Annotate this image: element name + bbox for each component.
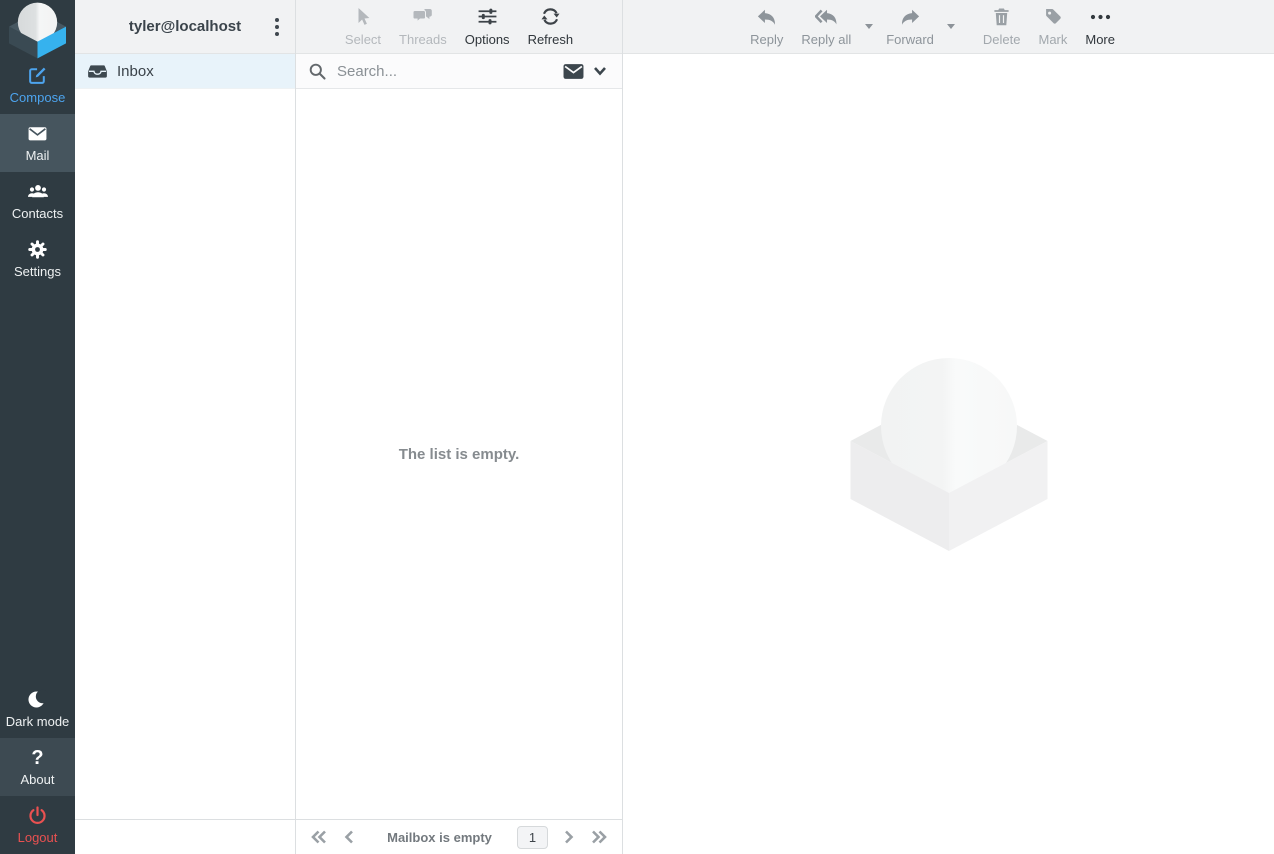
message-view-area — [623, 54, 1274, 854]
toolbar-label: Delete — [983, 32, 1021, 47]
forward-button[interactable]: Forward — [877, 0, 943, 53]
sidebar-item-about[interactable]: ? About — [0, 738, 75, 796]
toolbar-label: Threads — [399, 32, 447, 47]
sidebar-item-label: Contacts — [12, 206, 63, 221]
settings-icon — [27, 239, 48, 260]
search-scope-envelope-icon — [563, 63, 584, 80]
sidebar-item-contacts[interactable]: Contacts — [0, 172, 75, 230]
folders-menu-button[interactable] — [266, 12, 288, 42]
chevron-left-icon — [343, 829, 355, 845]
contacts-icon — [27, 181, 49, 202]
taskmenu-bottom: Dark mode ? About Logout — [0, 680, 75, 854]
mail-icon — [27, 123, 48, 144]
toolbar-label: Mark — [1038, 32, 1067, 47]
delete-button[interactable]: Delete — [974, 0, 1030, 53]
forward-dropdown-button[interactable] — [943, 0, 960, 53]
mark-button[interactable]: Mark — [1029, 0, 1076, 53]
previous-page-button[interactable] — [336, 824, 362, 850]
reply-all-icon — [815, 7, 838, 27]
comments-icon — [412, 7, 434, 27]
search-scope-button[interactable] — [560, 63, 610, 80]
list-empty-message: The list is empty. — [399, 446, 520, 463]
folders-footer — [75, 819, 295, 854]
reply-icon — [756, 7, 777, 27]
toolbar-label: More — [1085, 32, 1115, 47]
threads-button[interactable]: Threads — [390, 0, 456, 53]
roundcube-watermark — [850, 356, 1048, 553]
account-title: tyler@localhost — [129, 18, 241, 35]
roundcube-logo-icon — [9, 2, 66, 59]
sidebar-item-label: Dark mode — [6, 714, 70, 729]
taskmenu: Compose Mail — [0, 56, 75, 288]
toolbar-spacer — [960, 0, 974, 53]
compose-icon — [27, 65, 48, 86]
double-chevron-left-icon — [310, 829, 328, 845]
power-icon — [27, 805, 48, 826]
sidebar-item-label: Logout — [18, 830, 58, 845]
sidebar-item-label: Compose — [10, 90, 66, 105]
sliders-icon — [477, 7, 498, 27]
refresh-button[interactable]: Refresh — [519, 0, 583, 53]
refresh-icon — [540, 7, 561, 27]
tag-icon — [1043, 7, 1063, 27]
sidebar-spacer — [0, 288, 75, 680]
double-chevron-right-icon — [590, 829, 608, 845]
next-page-button[interactable] — [556, 824, 582, 850]
message-content-pane: Reply Reply all — [623, 0, 1274, 854]
message-list-area: The list is empty. — [296, 89, 622, 819]
chevron-right-icon — [563, 829, 575, 845]
kebab-menu-icon — [270, 16, 284, 38]
toolbar-label: Reply — [750, 32, 783, 47]
reply-button[interactable]: Reply — [741, 0, 792, 53]
folder-item-inbox[interactable]: Inbox — [75, 54, 295, 89]
forward-icon — [900, 7, 921, 27]
caret-down-icon — [865, 24, 873, 29]
toolbar-label: Refresh — [528, 32, 574, 47]
toolbar-label: Options — [465, 32, 510, 47]
sidebar-item-dark-mode[interactable]: Dark mode — [0, 680, 75, 738]
reply-all-dropdown-button[interactable] — [860, 0, 877, 53]
message-list-pane: Select Threads — [296, 0, 623, 854]
pagination-bar: Mailbox is empty — [296, 819, 622, 854]
sidebar-item-compose[interactable]: Compose — [0, 56, 75, 114]
search-bar — [296, 54, 622, 89]
sidebar-item-label: About — [21, 772, 55, 787]
search-icon — [308, 62, 327, 81]
moon-icon — [27, 689, 48, 710]
more-button[interactable]: More — [1076, 0, 1124, 53]
toolbar-label: Select — [345, 32, 381, 47]
folder-list: Inbox — [75, 54, 295, 89]
inbox-icon — [88, 64, 107, 79]
last-page-button[interactable] — [586, 824, 612, 850]
folders-pane: tyler@localhost Inbox — [75, 0, 296, 854]
sidebar-item-label: Settings — [14, 264, 61, 279]
sidebar-item-settings[interactable]: Settings — [0, 230, 75, 288]
sidebar-item-mail[interactable]: Mail — [0, 114, 75, 172]
folders-empty-area — [75, 89, 295, 819]
roundcube-app: Compose Mail — [0, 0, 1274, 854]
question-icon: ? — [31, 747, 43, 768]
caret-down-icon — [947, 24, 955, 29]
sidebar-item-label: Mail — [26, 148, 50, 163]
taskmenu-sidebar: Compose Mail — [0, 0, 75, 854]
message-toolbar: Reply Reply all — [623, 0, 1274, 54]
toolbar-label: Forward — [886, 32, 934, 47]
select-button[interactable]: Select — [336, 0, 390, 53]
folder-label: Inbox — [117, 63, 154, 80]
pagination-status: Mailbox is empty — [366, 830, 513, 845]
chevron-down-icon — [593, 66, 607, 76]
search-input[interactable] — [337, 63, 550, 80]
toolbar-label: Reply all — [801, 32, 851, 47]
roundcube-logo[interactable] — [0, 0, 75, 56]
message-list-toolbar: Select Threads — [296, 0, 622, 54]
folders-header: tyler@localhost — [75, 0, 295, 54]
mouse-pointer-icon — [354, 7, 372, 27]
first-page-button[interactable] — [306, 824, 332, 850]
sidebar-item-logout[interactable]: Logout — [0, 796, 75, 854]
page-number-input[interactable] — [517, 826, 548, 849]
options-button[interactable]: Options — [456, 0, 519, 53]
ellipsis-icon — [1090, 7, 1111, 27]
trash-icon — [992, 7, 1011, 27]
reply-all-button[interactable]: Reply all — [792, 0, 860, 53]
